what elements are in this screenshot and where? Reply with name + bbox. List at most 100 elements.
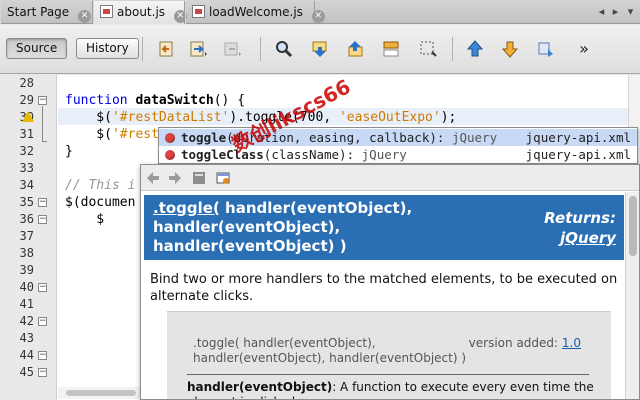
method-icon <box>165 133 175 143</box>
version-info: version added: 1.0 <box>469 336 581 351</box>
next-bookmark-icon[interactable] <box>500 39 520 59</box>
history-button[interactable]: History <box>76 38 139 59</box>
version-label: version added: <box>468 336 559 350</box>
code-line: $ <box>65 212 105 227</box>
find-icon[interactable] <box>274 39 294 59</box>
fold-collapse-icon[interactable]: − <box>38 368 47 377</box>
toggle-highlight-icon[interactable] <box>381 39 401 59</box>
tab-loadwelcome-js[interactable]: loadWelcome.js ✕ <box>185 1 325 24</box>
line-number-gutter: 28 29 30 31 32 33 34 35 36 37 38 39 40 4… <box>0 75 57 400</box>
completion-type: jQuery <box>451 130 498 145</box>
line-number: 29 <box>19 93 34 107</box>
documentation-scrollbar[interactable] <box>625 192 639 399</box>
parameter-name: handler(eventObject) <box>187 380 333 394</box>
documentation-toolbar <box>141 165 639 191</box>
js-file-icon <box>192 5 205 18</box>
line-number: 37 <box>19 229 34 243</box>
documentation-popup: .toggle( handler(eventObject), handler(e… <box>140 164 640 400</box>
code-token: () { <box>213 93 246 108</box>
keyword-token: function <box>65 93 128 108</box>
line-number: 39 <box>19 263 34 277</box>
parameter-description: handler(eventObject): A function to exec… <box>187 380 597 399</box>
fold-guide <box>42 106 43 141</box>
method-description: Bind two or more handlers to the matched… <box>150 272 618 304</box>
fold-collapse-icon[interactable]: − <box>38 283 47 292</box>
string-token: 'easeOutExpo' <box>338 110 441 125</box>
find-previous-icon[interactable] <box>310 39 330 59</box>
completion-params: (className): <box>263 147 362 162</box>
scrollbar-thumb[interactable] <box>629 196 637 256</box>
method-icon <box>165 150 175 160</box>
editor-tab-bar: Start Page ✕ about.js ✕ loadWelcome.js ✕… <box>0 0 640 24</box>
comment-line: // This i <box>65 178 136 193</box>
line-number: 43 <box>19 331 34 345</box>
line-number: 44 <box>19 348 34 362</box>
toggle-rect-selection-icon[interactable] <box>418 39 438 59</box>
code-line: } <box>65 144 73 159</box>
signature-box-text: .toggle( handler(eventObject), handler(e… <box>193 336 467 365</box>
version-link[interactable]: 1.0 <box>562 336 581 350</box>
line-number: 36 <box>19 212 34 226</box>
divider <box>187 374 589 375</box>
tab-label: about.js <box>117 5 166 19</box>
line-number: 35 <box>19 195 34 209</box>
tab-about-js[interactable]: about.js ✕ <box>93 1 187 24</box>
previous-bookmark-icon[interactable] <box>465 39 485 59</box>
scroll-right-icon[interactable]: ▸ <box>608 4 623 19</box>
find-next-icon[interactable] <box>345 39 365 59</box>
toggle-bookmark-icon[interactable] <box>536 39 556 59</box>
code-token: , <box>323 110 339 125</box>
method-name-link[interactable]: .toggle( <box>153 199 220 217</box>
line-number: 40 <box>19 280 34 294</box>
code-line: $('#rest <box>65 126 159 143</box>
warning-icon[interactable] <box>22 111 34 122</box>
close-icon[interactable]: ✕ <box>78 10 92 23</box>
toolbar-separator <box>452 37 453 61</box>
back-icon[interactable] <box>145 170 161 186</box>
fold-collapse-icon[interactable]: − <box>38 198 47 207</box>
go-to-source-icon[interactable] <box>191 170 207 186</box>
string-token: '#restDataList' <box>111 110 230 125</box>
documentation-header: .toggle( handler(eventObject), handler(e… <box>144 195 624 260</box>
forward-disabled-icon[interactable] <box>222 39 242 59</box>
back-history-icon[interactable] <box>156 39 176 59</box>
completion-source: jquery-api.xml <box>525 130 631 145</box>
function-name-token: dataSwitch <box>135 93 214 108</box>
fold-collapse-icon[interactable]: − <box>38 351 47 360</box>
line-number: 31 <box>19 127 34 141</box>
forward-icon[interactable] <box>167 170 183 186</box>
code-token: $( <box>65 110 112 125</box>
completion-type: jQuery <box>361 147 407 162</box>
open-in-browser-icon[interactable] <box>215 170 231 186</box>
returns-label: Returns: <box>544 209 616 227</box>
source-button[interactable]: Source <box>6 38 68 59</box>
method-signature: .toggle( handler(eventObject), handler(e… <box>153 199 453 256</box>
scroll-left-icon[interactable]: ◂ <box>594 4 609 19</box>
fold-collapse-icon[interactable]: − <box>38 215 47 224</box>
completion-name: toggle <box>181 130 227 145</box>
line-number: 32 <box>19 144 34 158</box>
line-number: 41 <box>19 297 34 311</box>
scrollbar-thumb[interactable] <box>66 390 136 396</box>
signature-box: .toggle( handler(eventObject), handler(e… <box>167 311 611 399</box>
fold-collapse-icon[interactable]: − <box>38 96 47 105</box>
close-icon[interactable]: ✕ <box>311 10 325 23</box>
line-number: 34 <box>19 178 34 192</box>
toolbar-separator <box>260 37 261 61</box>
code-line: function dataSwitch() { <box>65 92 245 109</box>
code-line: $(documen <box>65 195 136 210</box>
line-number: 45 <box>19 365 34 379</box>
tab-start-page[interactable]: Start Page ✕ <box>0 1 93 24</box>
horizontal-scrollbar[interactable] <box>58 387 148 399</box>
more-icon[interactable]: » <box>574 39 594 59</box>
js-file-icon <box>100 5 113 18</box>
editor-toolbar: Source History » <box>0 25 640 74</box>
last-edit-icon[interactable] <box>188 39 208 59</box>
fold-collapse-icon[interactable]: − <box>38 317 47 326</box>
line-number: 28 <box>19 76 34 90</box>
line-number: 42 <box>19 314 34 328</box>
returns-type-link[interactable]: jQuery <box>560 229 616 247</box>
show-opened-documents-icon[interactable]: ▾ <box>623 4 638 19</box>
line-number: 33 <box>19 161 34 175</box>
completion-item[interactable]: toggleClass(className): jQuery jquery-ap… <box>159 146 637 163</box>
